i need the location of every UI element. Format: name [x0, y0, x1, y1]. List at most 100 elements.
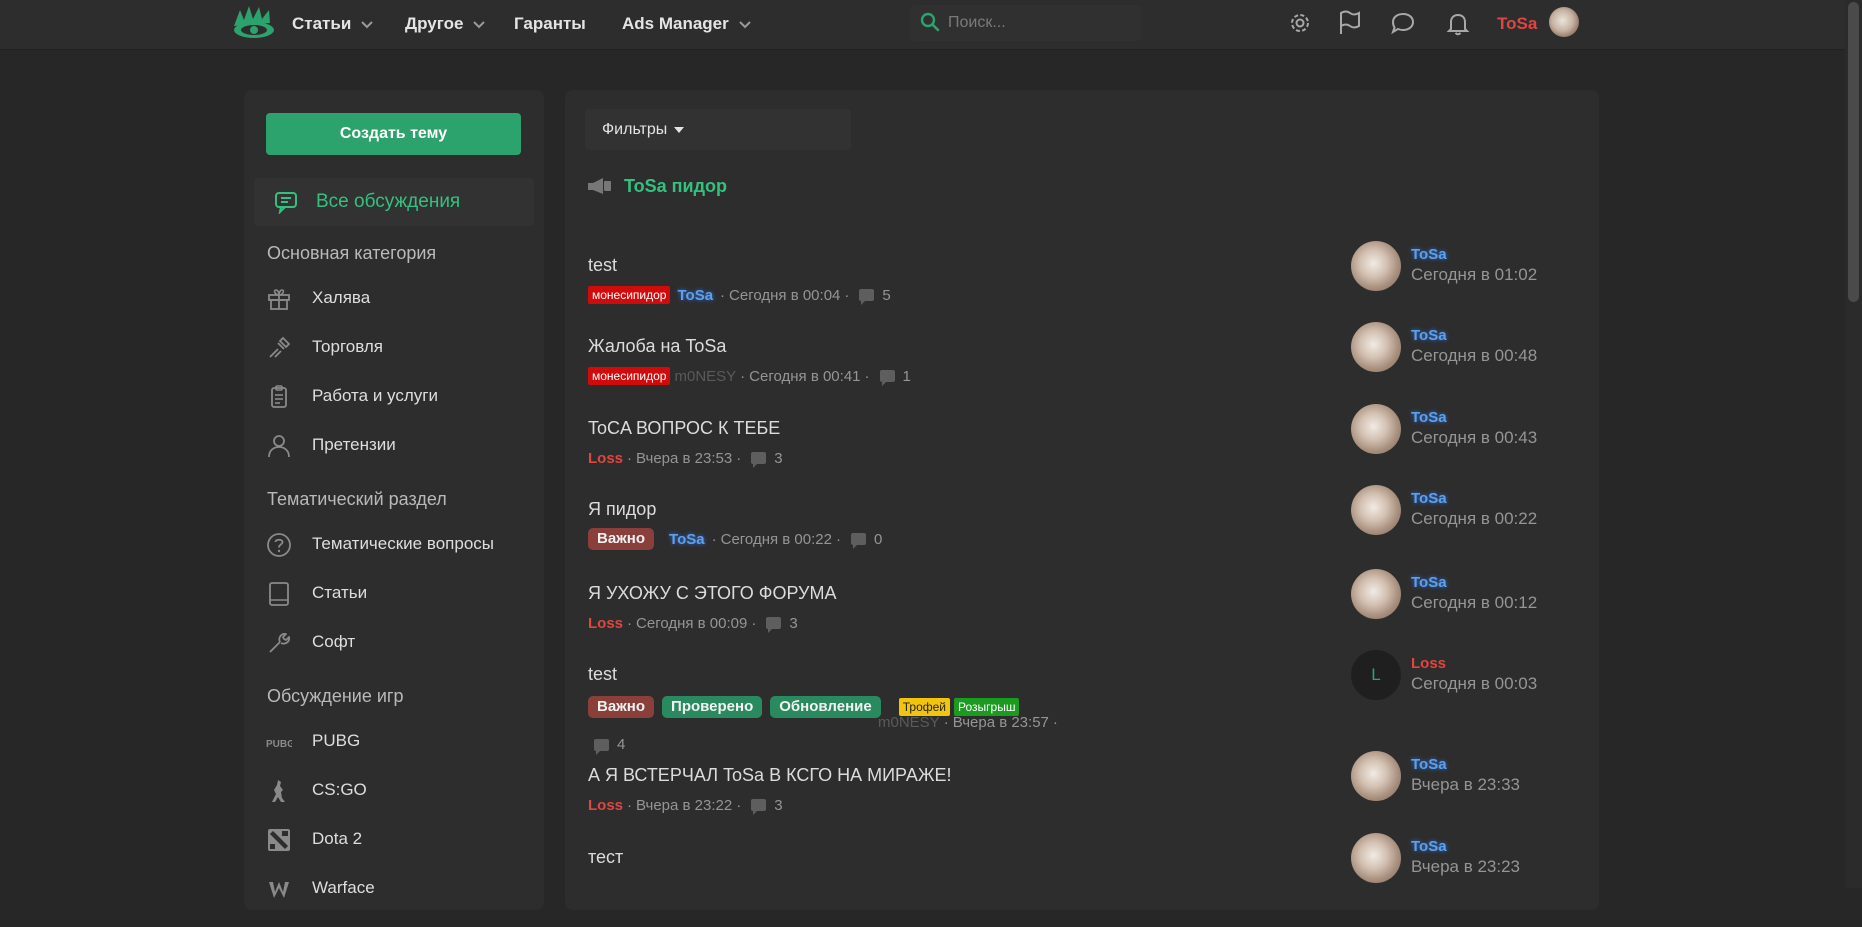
last-poster-avatar[interactable] [1351, 241, 1401, 291]
thread-author[interactable]: ToSa [674, 287, 716, 304]
trade-icon [269, 336, 291, 358]
last-poster-name[interactable]: ToSa [1411, 246, 1447, 263]
settings-icon[interactable] [1286, 9, 1314, 37]
last-poster-avatar[interactable]: L [1351, 650, 1401, 700]
sidebar-item-claims[interactable]: Претензии [266, 425, 526, 465]
separator-dot: · [627, 796, 633, 814]
last-poster-name[interactable]: ToSa [1411, 327, 1447, 344]
thread-row[interactable]: Я УХОЖУ С ЭТОГО ФОРУМА Loss · Сегодня в 00:… [565, 569, 1599, 663]
comment-icon [766, 617, 782, 633]
nav-item-guarantors[interactable]: Гаранты [514, 0, 586, 49]
last-poster-avatar[interactable] [1351, 833, 1401, 883]
csgo-icon [272, 780, 285, 802]
username-link[interactable]: ToSa [1497, 0, 1537, 48]
thread-date[interactable]: Вчера в 23:22 [636, 797, 732, 814]
sidebar-item-label: Торговля [312, 337, 384, 356]
sidebar-item-jobs[interactable]: Работа и услуги [266, 376, 526, 416]
last-poster-avatar[interactable] [1351, 404, 1401, 454]
sidebar-item-articles[interactable]: Статьи [266, 573, 526, 613]
last-post-time[interactable]: Сегодня в 00:48 [1411, 346, 1537, 366]
thread-date[interactable]: Сегодня в 00:22 [721, 531, 832, 548]
sidebar-item-trading[interactable]: Торговля [266, 327, 526, 367]
separator-dot: · [740, 367, 746, 385]
last-poster-name[interactable]: Loss [1411, 655, 1446, 672]
thread-author[interactable]: Loss [588, 797, 623, 814]
last-post-time[interactable]: Вчера в 23:23 [1411, 857, 1520, 877]
last-post-time[interactable]: Сегодня в 00:03 [1411, 674, 1537, 694]
thread-title[interactable]: ToCA ВОПРОС К ТЕБЕ [588, 418, 780, 439]
last-poster-avatar[interactable] [1351, 751, 1401, 801]
last-poster-name[interactable]: ToSa [1411, 409, 1447, 426]
thread-date[interactable]: Сегодня в 00:09 [636, 615, 747, 632]
thread-row[interactable]: test монесипидор ToSa · Сегодня в 00:04 · 5 ToS… [565, 241, 1599, 335]
nav-item-articles[interactable]: Статьи [292, 0, 374, 49]
user-avatar[interactable] [1549, 7, 1579, 37]
thread-date[interactable]: Сегодня в 00:41 [749, 368, 860, 385]
separator-dot: · [736, 449, 742, 467]
thread-prefix-tag[interactable]: монесипидор [588, 286, 671, 304]
thread-date[interactable]: Сегодня в 00:04 [729, 287, 840, 304]
last-poster-avatar[interactable] [1351, 322, 1401, 372]
thread-meta: монесипидор m0NESY · Сегодня в 00:41 · 1 [588, 365, 911, 387]
sidebar-item-freebies[interactable]: Халява [266, 278, 526, 318]
create-thread-button[interactable]: Создать тему [266, 113, 521, 155]
last-poster-avatar[interactable] [1351, 569, 1401, 619]
dota-icon [268, 829, 290, 851]
last-post-time[interactable]: Сегодня в 00:43 [1411, 428, 1537, 448]
last-poster-name[interactable]: ToSa [1411, 756, 1447, 773]
sidebar-item-pubg[interactable]: PUBG PUBG [266, 721, 526, 761]
last-poster-name[interactable]: ToSa [1411, 490, 1447, 507]
nav-item-ads-manager[interactable]: Ads Manager [622, 0, 751, 49]
thread-author[interactable]: m0NESY [878, 714, 940, 731]
filters-dropdown[interactable]: Фильтры [585, 109, 851, 150]
thread-author[interactable]: ToSa [666, 531, 708, 548]
search-input[interactable] [946, 9, 1130, 37]
thread-title[interactable]: тест [588, 847, 623, 868]
last-poster-name[interactable]: ToSa [1411, 838, 1447, 855]
scrollbar-thumb[interactable] [1848, 2, 1859, 302]
sidebar-item-topical-questions[interactable]: Тематические вопросы [266, 524, 526, 564]
thread-author[interactable]: Loss [588, 450, 623, 467]
thread-date[interactable]: Вчера в 23:53 [636, 450, 732, 467]
bell-icon[interactable] [1444, 9, 1472, 37]
last-post-time[interactable]: Сегодня в 00:12 [1411, 593, 1537, 613]
thread-author[interactable]: m0NESY [674, 368, 736, 385]
thread-prefix-tag[interactable]: монесипидор [588, 367, 671, 385]
last-post-time[interactable]: Сегодня в 01:02 [1411, 265, 1537, 285]
thread-row[interactable]: тест ToSa Вчера в 23:23 [565, 833, 1599, 927]
thread-row[interactable]: Я пидор Важно ToSa · Сегодня в 00:22 · 0 ToSa Се… [565, 485, 1599, 579]
comment-icon [751, 799, 767, 815]
thread-meta-continued: m0NESY · Вчера в 23:57 · [588, 714, 1062, 731]
sidebar-item-all-discussions[interactable]: Все обсуждения [254, 178, 534, 226]
thread-row[interactable]: Жалоба на ToSa монесипидор m0NESY · Сегодня … [565, 322, 1599, 416]
chat-icon[interactable] [1389, 9, 1417, 37]
nav-item-other[interactable]: Другое [405, 0, 486, 49]
thread-row[interactable]: А Я ВСТЕРЧАЛ ToSa В КСГО НА МИРАЖЕ! Loss ·… [565, 751, 1599, 845]
reply-count: 3 [774, 796, 783, 814]
category-heading-topical: Тематический раздел [267, 489, 447, 509]
thread-row[interactable]: ToCA ВОПРОС К ТЕБЕ Loss · Вчера в 23:53 · 3 To… [565, 404, 1599, 498]
sidebar-item-software[interactable]: Софт [266, 622, 526, 662]
announcement-link[interactable]: ToSa пидор [624, 173, 727, 199]
flag-icon[interactable] [1336, 9, 1364, 37]
thread-row[interactable]: test Важно Проверено Обновление Трофей Розыгр… [565, 650, 1599, 755]
thread-title[interactable]: Я УХОЖУ С ЭТОГО ФОРУМА [588, 583, 837, 604]
thread-author[interactable]: Loss [588, 615, 623, 632]
thread-title[interactable]: А Я ВСТЕРЧАЛ ToSa В КСГО НА МИРАЖЕ! [588, 765, 951, 786]
site-logo[interactable] [232, 4, 276, 40]
thread-prefix-tag[interactable]: Важно [588, 528, 655, 550]
thread-date[interactable]: Вчера в 23:57 [953, 714, 1049, 731]
last-post-time[interactable]: Сегодня в 00:22 [1411, 509, 1537, 529]
thread-title[interactable]: test [588, 255, 617, 276]
thread-title[interactable]: Я пидор [588, 499, 656, 520]
sidebar-item-csgo[interactable]: CS:GO [266, 770, 526, 810]
search-box[interactable] [910, 5, 1142, 41]
last-post-time[interactable]: Вчера в 23:33 [1411, 775, 1520, 795]
last-poster-name[interactable]: ToSa [1411, 574, 1447, 591]
sidebar-item-warface[interactable]: Warface [266, 868, 526, 908]
last-poster-avatar[interactable] [1351, 485, 1401, 535]
thread-title[interactable]: Жалоба на ToSa [588, 336, 726, 357]
sidebar-item-dota2[interactable]: Dota 2 [266, 819, 526, 859]
thread-meta: Loss · Вчера в 23:22 · 3 [588, 794, 783, 816]
thread-title[interactable]: test [588, 664, 617, 685]
